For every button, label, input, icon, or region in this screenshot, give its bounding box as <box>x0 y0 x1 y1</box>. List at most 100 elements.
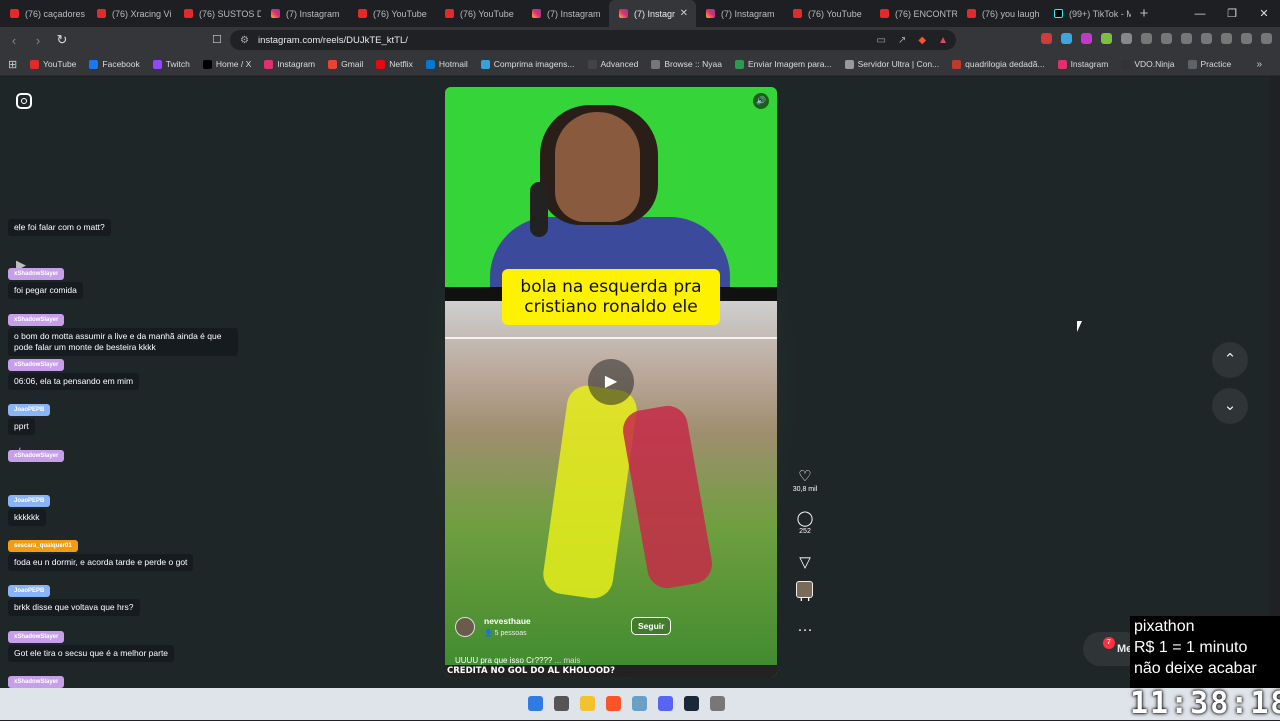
browser-tab[interactable]: (76) Xracing Vi <box>87 0 174 27</box>
browser-tab[interactable]: (76) SUSTOS D <box>174 0 261 27</box>
browser-tab[interactable]: (76) YouTube <box>348 0 435 27</box>
bookmark-item[interactable]: Netflix <box>376 59 413 69</box>
tab-label: (7) Instagr <box>634 8 676 19</box>
comment-button[interactable]: ◯ 252 <box>788 509 822 535</box>
share-icon[interactable]: ↗ <box>898 35 906 46</box>
youtube-icon <box>445 9 454 18</box>
browser-tab[interactable]: (76) you laugh <box>957 0 1044 27</box>
bookmark-item[interactable]: Enviar Imagem para... <box>734 59 832 69</box>
file-explorer-icon[interactable] <box>580 696 595 711</box>
brave-shield-icon[interactable]: ◆ <box>918 35 926 46</box>
volume-icon[interactable]: 🔊 <box>753 93 769 109</box>
puzzle-icon[interactable] <box>1141 33 1152 44</box>
browser-tab[interactable]: (7) Instagram <box>696 0 783 27</box>
ext-icon[interactable] <box>1061 33 1072 44</box>
close-tab-icon[interactable]: ✕ <box>680 8 688 19</box>
caption-line-2: cristiano ronaldo ele <box>524 297 698 317</box>
close-window-icon[interactable]: ✕ <box>1248 7 1280 20</box>
chat-username: xShadowSlayer <box>8 313 65 326</box>
start-icon[interactable] <box>528 696 543 711</box>
more-bookmarks-icon[interactable]: » <box>1256 59 1262 70</box>
audience-icon: 👤 <box>484 630 495 637</box>
bookmark-item[interactable]: Hotmail <box>425 59 468 69</box>
music-icon[interactable] <box>1181 33 1192 44</box>
bookmark-item[interactable]: Home / X <box>202 59 251 69</box>
bookmark-item[interactable]: Comprima imagens... <box>480 59 575 69</box>
site-info-icon[interactable]: ⚙ <box>240 35 249 46</box>
bookmark-item[interactable]: Facebook <box>89 59 140 69</box>
ext-icon[interactable] <box>1081 33 1092 44</box>
new-tab-button[interactable]: + <box>1131 5 1157 22</box>
cast-icon[interactable]: ▭ <box>877 35 886 46</box>
minimize-icon[interactable]: — <box>1184 8 1216 20</box>
instagram-logo-icon[interactable] <box>16 93 32 109</box>
bookmark-item[interactable]: Gmail <box>328 59 363 69</box>
panel-icon[interactable] <box>1201 33 1212 44</box>
bookmark-label: YouTube <box>43 59 77 69</box>
apps-grid-icon[interactable]: ⊞ <box>8 58 30 71</box>
browser-tab[interactable]: (76) ENCONTR <box>870 0 957 27</box>
bookmark-label: Advanced <box>600 59 639 69</box>
follow-button[interactable]: Seguir <box>631 617 672 635</box>
previous-reel-button[interactable]: ⌃ <box>1212 342 1248 378</box>
bookmark-item[interactable]: Browse :: Nyaa <box>651 59 722 69</box>
back-button[interactable]: ‹ <box>4 33 24 48</box>
bookmark-item[interactable]: Instagram <box>264 59 315 69</box>
app-icon[interactable] <box>632 696 647 711</box>
browser-tab[interactable]: (7) Instagram <box>261 0 348 27</box>
bookmark-item[interactable]: Servidor Ultra | Con... <box>844 59 939 69</box>
wallet-icon[interactable] <box>1221 33 1232 44</box>
bookmark-label: quadrilogia dedadã... <box>965 59 1045 69</box>
bookmark-item[interactable]: Practice <box>1187 59 1231 69</box>
reel-video[interactable]: bola na esquerda pra cristiano ronaldo e… <box>445 87 777 677</box>
author-name[interactable]: nevesthaue <box>484 616 531 626</box>
browser-tab[interactable]: (99+) TikTok - M <box>1044 0 1131 27</box>
bookmark-icon[interactable]: ☐ <box>212 33 222 46</box>
rewards-icon[interactable]: ▲ <box>938 35 948 46</box>
audio-thumbnail[interactable] <box>796 581 813 598</box>
page-scrollbar[interactable] <box>1270 77 1280 688</box>
restore-icon[interactable]: ❐ <box>1216 7 1248 20</box>
share-button[interactable]: ▽ <box>788 553 822 571</box>
bookmark-item[interactable]: Instagram <box>1057 59 1108 69</box>
steam-icon[interactable] <box>684 696 699 711</box>
settings-icon[interactable] <box>710 696 725 711</box>
bookmark-item[interactable]: quadrilogia dedadã... <box>952 59 1045 69</box>
chat-message: xShadowSlayer <box>8 670 65 688</box>
discord-icon[interactable] <box>658 696 673 711</box>
shield-icon[interactable] <box>1241 33 1252 44</box>
search-icon[interactable] <box>554 696 569 711</box>
ext-icon[interactable] <box>1101 33 1112 44</box>
tab-label: (76) YouTube <box>460 8 514 19</box>
bookmark-item[interactable]: Advanced <box>587 59 639 69</box>
more-link[interactable]: ... mais <box>555 656 581 665</box>
reel-description: UUUU pra que isso Cr???? ... mais <box>455 656 580 665</box>
menu-icon[interactable] <box>1261 33 1272 44</box>
browser-tab[interactable]: (76) YouTube <box>783 0 870 27</box>
reload-button[interactable]: ↻ <box>52 32 72 48</box>
browser-tab[interactable]: (7) Instagram <box>522 0 609 27</box>
next-reel-button[interactable]: ⌄ <box>1212 388 1248 424</box>
browser-tab[interactable]: (76) caçadores <box>0 0 87 27</box>
more-options-button[interactable]: ··· <box>788 621 822 638</box>
chevron-down-icon: ⌄ <box>1223 397 1237 414</box>
bookmark-item[interactable]: VDO.Ninja <box>1121 59 1175 69</box>
ext-icon[interactable] <box>1121 33 1132 44</box>
address-bar[interactable]: ⚙ instagram.com/reels/DUJkTE_ktTL/ ▭ ↗ ◆… <box>230 30 956 50</box>
bookmark-label: Netflix <box>389 59 413 69</box>
browser-tab[interactable]: (7) Instagr ✕ <box>609 0 696 27</box>
reel-author[interactable]: nevesthaue 👤 5 pessoas <box>455 616 531 637</box>
like-button[interactable]: ♡ 30,8 mil <box>788 467 822 493</box>
browser-tab[interactable]: (76) YouTube <box>435 0 522 27</box>
bookmark-item[interactable]: YouTube <box>30 59 76 69</box>
sidebar-icon[interactable] <box>1161 33 1172 44</box>
chat-text: ele foi falar com o matt? <box>8 219 111 236</box>
author-avatar[interactable] <box>455 616 475 637</box>
bookmark-item[interactable]: Twitch <box>152 59 190 69</box>
play-icon[interactable]: ▶ <box>588 359 634 405</box>
brave-icon[interactable] <box>606 696 621 711</box>
forward-button[interactable]: › <box>28 33 48 48</box>
chat-text: foi pegar comida <box>8 282 83 300</box>
chat-text: Got ele tira o secsu que é a melhor part… <box>8 644 175 662</box>
ext-icon[interactable] <box>1041 33 1052 44</box>
